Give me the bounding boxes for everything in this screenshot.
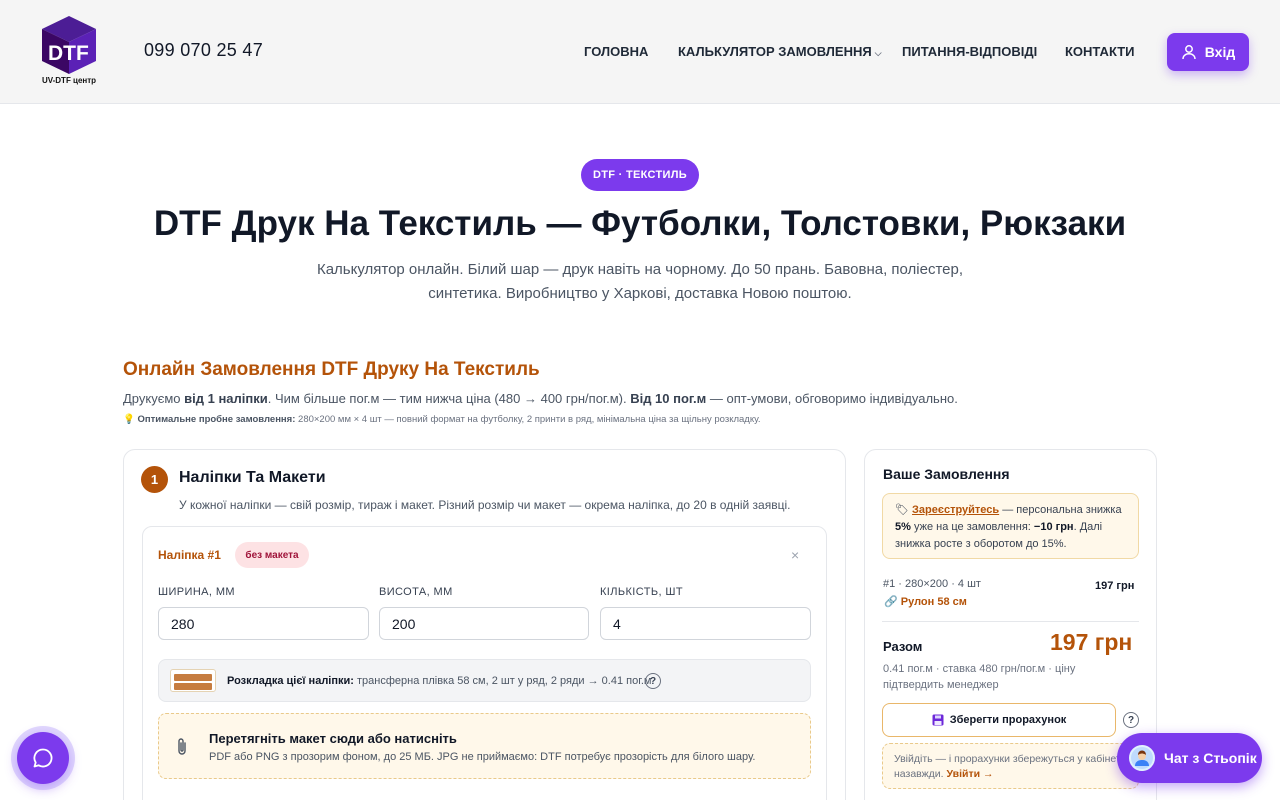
quantity-label: КІЛЬКІСТЬ, ШТ: [600, 586, 683, 598]
layout-preview: [170, 669, 216, 692]
user-icon: [1182, 45, 1196, 60]
width-field[interactable]: [158, 607, 369, 640]
nav-item-label: КАЛЬКУЛЯТОР ЗАМОВЛЕННЯ: [678, 44, 872, 59]
nav-item-calculator[interactable]: КАЛЬКУЛЯТОР ЗАМОВЛЕННЯ ⌵: [678, 44, 882, 59]
logo-caption: UV-DTF центр: [41, 76, 97, 85]
chat-bubble-button[interactable]: [17, 732, 69, 784]
total-value: 197 грн: [1050, 629, 1133, 655]
floppy-icon: [932, 714, 944, 726]
login-note: Увійдіть — і прорахунки збережуться у ка…: [882, 743, 1139, 789]
divider: [882, 621, 1139, 622]
discount-promo: 🏷 Зареєструйтесь — персональна знижка 5%…: [882, 493, 1139, 559]
quantity-field[interactable]: [600, 607, 811, 640]
layout-text: Розкладка цієї наліпки: трансферна плівк…: [227, 675, 652, 687]
register-link[interactable]: Зареєструйтесь: [912, 504, 999, 516]
tag-icon: 🏷: [895, 504, 909, 516]
logo-text: DTF: [48, 42, 89, 65]
chat-with-assistant-button[interactable]: Чат з Стьопік: [1117, 733, 1262, 783]
login-button[interactable]: Вхід: [1167, 33, 1249, 71]
roll-info: 🔗 Рулон 58 см: [884, 596, 967, 608]
sticker-title: Наліпка #1: [158, 548, 221, 562]
section-title: Онлайн Замовлення DTF Друку На Текстиль: [123, 359, 540, 380]
save-estimate-button[interactable]: Зберегти прорахунок: [882, 703, 1116, 737]
step-number: 1: [141, 466, 168, 493]
total-note: 0.41 пог.м · ставка 480 грн/пог.м · ціну…: [883, 663, 1076, 691]
nav-item-home[interactable]: ГОЛОВНА: [584, 44, 648, 59]
height-field[interactable]: [379, 607, 589, 640]
logo[interactable]: DTF UV-DTF центр: [38, 14, 100, 88]
chat-label: Чат з Стьопік: [1164, 750, 1257, 766]
step-description: У кожної наліпки — свій розмір, тираж і …: [179, 498, 791, 512]
section-description: Друкуємо від 1 наліпки. Чим більше пог.м…: [123, 391, 958, 406]
height-label: ВИСОТА, ММ: [379, 586, 453, 598]
paperclip-icon: [176, 737, 188, 762]
width-label: ШИРИНА, ММ: [158, 586, 235, 598]
help-icon[interactable]: ?: [1123, 712, 1139, 728]
help-icon[interactable]: ?: [645, 673, 661, 689]
category-badge: DTF · ТЕКСТИЛЬ: [581, 159, 699, 191]
assistant-avatar-icon: [1135, 750, 1149, 766]
nav-item-faq[interactable]: ПИТАННЯ-ВІДПОВІДІ: [902, 44, 1037, 59]
order-title: Ваше Замовлення: [883, 466, 1010, 482]
drop-description: PDF або PNG з прозорим фоном, до 25 МБ. …: [209, 751, 756, 763]
phone-number[interactable]: 099 070 25 47: [144, 40, 263, 61]
page-subtitle: Калькулятор онлайн. Білий шар — друк нав…: [316, 261, 964, 302]
order-line-price: 197 грн: [1095, 580, 1135, 592]
close-icon[interactable]: ×: [791, 547, 799, 563]
chat-icon: [33, 748, 53, 768]
drop-title: Перетягніть макет сюди або натисніть: [209, 731, 457, 746]
login-label: Вхід: [1204, 44, 1236, 60]
chevron-down-icon: ⌵: [874, 48, 882, 58]
total-label: Разом: [883, 639, 923, 654]
page-title: DTF Друк На Текстиль — Футболки, Толстов…: [153, 204, 1127, 243]
site-header: DTF UV-DTF центр 099 070 25 47 ГОЛОВНА К…: [0, 0, 1280, 104]
login-link[interactable]: Увійти →: [947, 768, 994, 780]
step-title: Наліпки Та Макети: [179, 469, 326, 486]
lightbulb-icon: 💡: [123, 414, 135, 425]
avatar: [1129, 745, 1155, 771]
link-icon: 🔗: [884, 596, 898, 608]
nav-item-contacts[interactable]: КОНТАКТИ: [1065, 44, 1135, 59]
save-label: Зберегти прорахунок: [949, 714, 1067, 726]
file-drop-zone[interactable]: [158, 713, 811, 779]
order-line-item: #1 · 280×200 · 4 шт: [883, 578, 981, 590]
optimal-order-hint: 💡 Оптимальне пробне замовлення: 280×200 …: [123, 414, 761, 425]
logo-cube-icon: DTF: [42, 16, 96, 74]
status-badge: без макета: [235, 542, 309, 568]
